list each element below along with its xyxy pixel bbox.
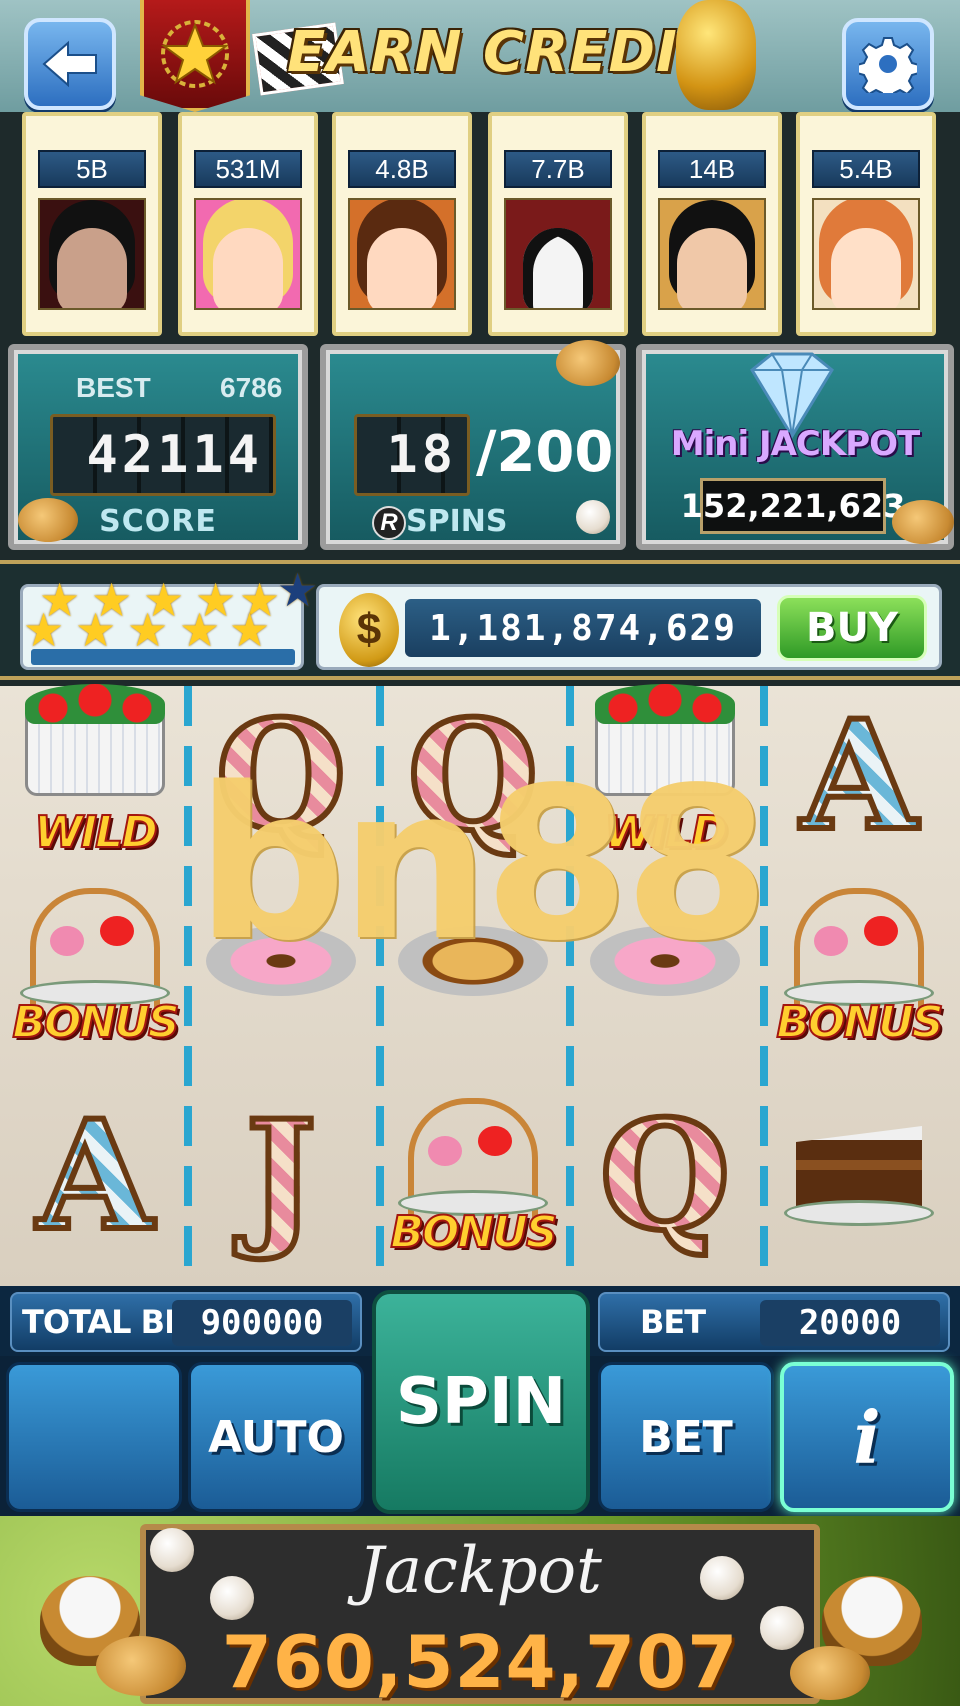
player-avatar (658, 198, 766, 310)
mini-jackpot-value: 152,221,623 (681, 478, 905, 534)
player-amount: 531M (194, 150, 302, 188)
star-icon: ★ (229, 604, 271, 656)
meringue-icon (150, 1528, 194, 1572)
player-card[interactable]: 4.8B (332, 112, 472, 336)
star-icon: ★ (179, 604, 221, 656)
info-button[interactable]: i (780, 1362, 954, 1512)
earn-credit-title: EARN CREDIT (286, 19, 718, 85)
bonus-label: BONUS (11, 996, 180, 1049)
gear-icon (859, 37, 917, 93)
balance-panel: $ 1,181,874,629 BUY (316, 584, 942, 670)
score-panel: BEST 6786 42114 SCORE (8, 344, 308, 550)
pastry-icon (96, 1636, 186, 1696)
watermark-text: bn88 (195, 742, 770, 987)
pastry-icon (790, 1646, 870, 1700)
friends-leaderboard: 5B 531M 4.8B 7.7B 14B 5.4B (22, 112, 942, 338)
player-card[interactable]: 5.4B (796, 112, 936, 336)
mini-jackpot-panel: Mini JACKPOT 152,221,623 (636, 344, 954, 550)
bonus-label: BONUS (775, 996, 944, 1049)
player-avatar (194, 198, 302, 310)
player-avatar (38, 198, 146, 310)
star-icon: ★ (23, 604, 65, 656)
bet-field: BET 20000 (598, 1292, 950, 1352)
meringue-icon (210, 1576, 254, 1620)
star-icon: ★ (127, 604, 169, 656)
empty-button[interactable] (6, 1362, 182, 1512)
arrow-left-icon (42, 40, 97, 88)
player-avatar (812, 198, 920, 310)
mini-jackpot-title: Mini JACKPOT (670, 424, 920, 464)
player-card[interactable]: 5B (22, 112, 162, 336)
meringue-icon (760, 1606, 804, 1650)
spins-counter: 18 (354, 414, 470, 496)
letter-a-symbol: A (34, 1088, 156, 1264)
spin-button[interactable]: SPIN (372, 1290, 590, 1514)
player-amount: 5.4B (812, 150, 920, 188)
r-logo-icon: R (372, 506, 406, 540)
buy-button[interactable]: BUY (777, 595, 927, 661)
player-amount: 4.8B (348, 150, 456, 188)
player-amount: 5B (38, 150, 146, 188)
best-label: BEST (76, 372, 151, 403)
total-bet-value: 900000 (172, 1300, 352, 1346)
xp-progress-bar (31, 649, 295, 665)
top-bar: EARN CREDIT (0, 0, 960, 112)
letter-j-symbol: J (243, 1088, 320, 1264)
settings-button[interactable] (842, 18, 934, 110)
coin-stack-icon (676, 0, 756, 110)
bonus-symbol: BONUS (388, 1086, 559, 1266)
score-counter: 42114 (50, 414, 276, 496)
bet-value: 20000 (760, 1300, 940, 1346)
pastry-icon (18, 498, 78, 542)
player-card[interactable]: 531M (178, 112, 318, 336)
chocolate-cake-symbol (774, 1086, 944, 1266)
best-value: 6786 (220, 372, 283, 403)
star-icon (160, 20, 230, 88)
player-avatar (348, 198, 456, 310)
back-button[interactable] (24, 18, 116, 110)
player-amount: 14B (658, 150, 766, 188)
pastry-icon (556, 340, 620, 386)
total-bet-field: TOTAL BET 900000 (10, 1292, 362, 1352)
level-stars[interactable]: ★ ★ ★ ★ ★ ★ ★ ★ ★ ★ ★ (20, 567, 318, 670)
player-card[interactable]: 7.7B (488, 112, 628, 336)
star-icon: ★ (75, 604, 117, 656)
jackpot-area: Jackpot 760,524,707 (0, 1516, 960, 1706)
player-avatar (504, 198, 612, 310)
bonus-label: BONUS (389, 1206, 558, 1259)
auto-button[interactable]: AUTO (188, 1362, 364, 1512)
status-bar: ★ ★ ★ ★ ★ ★ ★ ★ ★ ★ ★ $ 1,181,874,629 BU… (0, 560, 960, 680)
player-amount: 7.7B (504, 150, 612, 188)
pastry-icon (892, 500, 954, 544)
jackpot-value: 760,524,707 (221, 1620, 739, 1704)
coin-icon: $ (339, 593, 399, 667)
earn-credit-banner[interactable]: EARN CREDIT (262, 4, 742, 100)
balance-value: 1,181,874,629 (405, 599, 761, 657)
letter-q-symbol: Q (597, 1088, 734, 1264)
rank-badge[interactable] (140, 0, 250, 112)
player-card[interactable]: 14B (642, 112, 782, 336)
spins-total: /200 (476, 420, 614, 485)
bet-button[interactable]: BET (598, 1362, 774, 1512)
star-empty-icon: ★ (277, 564, 319, 616)
spins-label: SPINS (406, 504, 508, 539)
bet-label: BET (640, 1303, 706, 1341)
meringue-icon (576, 500, 610, 534)
spins-panel: 18 /200 R SPINS (320, 340, 626, 550)
meringue-icon (700, 1556, 744, 1600)
